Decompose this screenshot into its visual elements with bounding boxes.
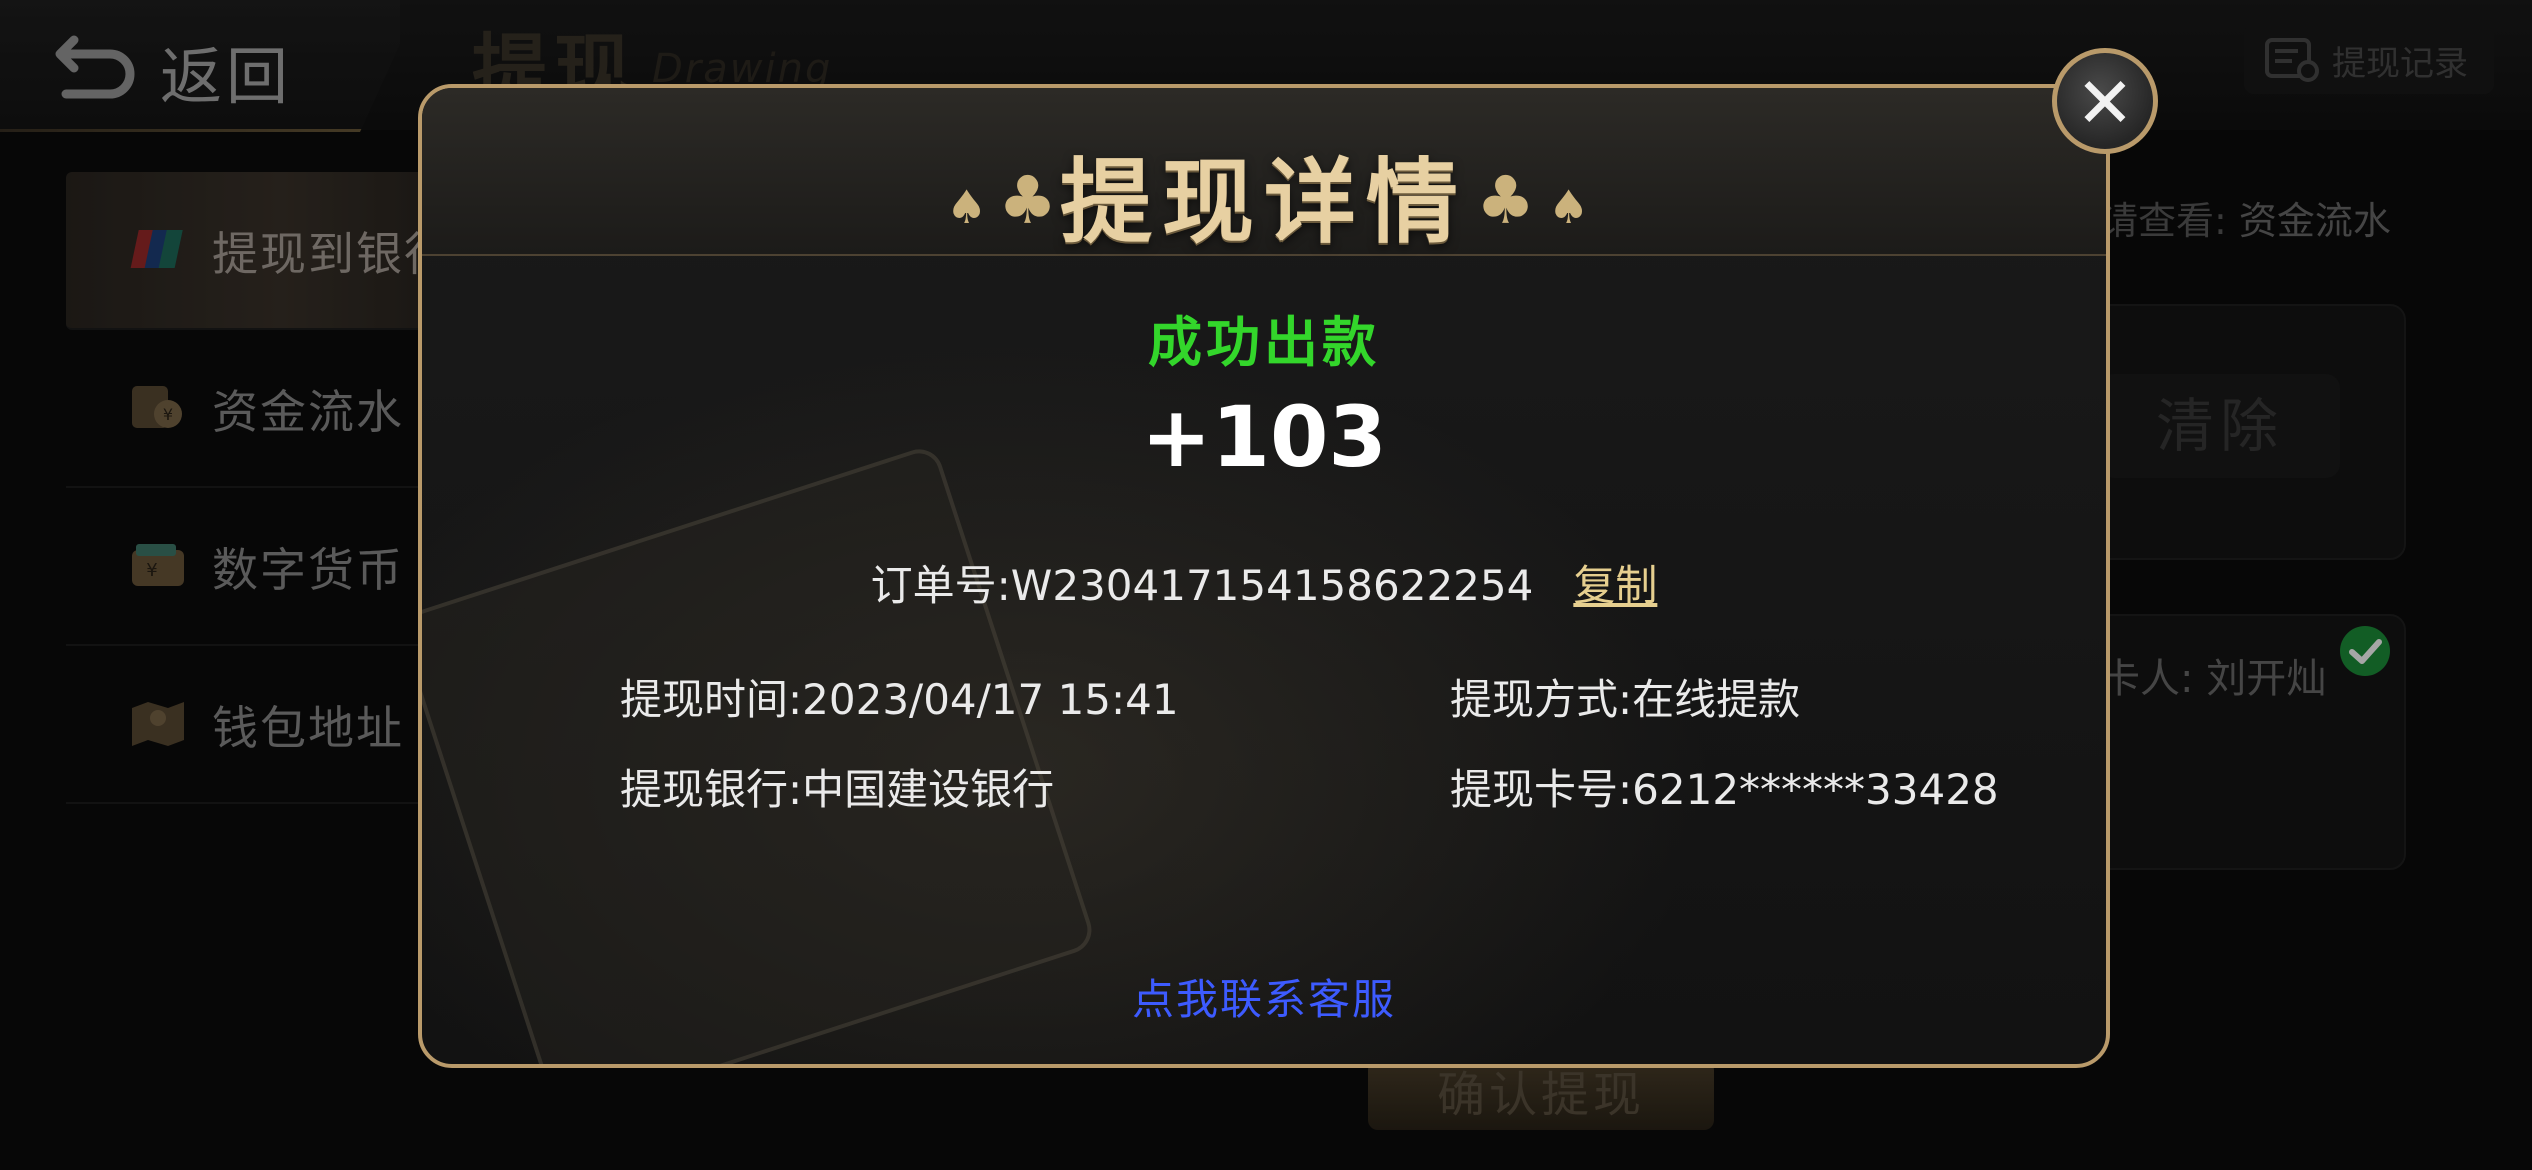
contact-support-link[interactable]: 点我联系客服 bbox=[422, 966, 2106, 1027]
dialog-title: 提现详情 bbox=[1059, 149, 1468, 256]
order-number: 订单号:W230417154158622254 bbox=[870, 561, 1534, 610]
order-number-row: 订单号:W230417154158622254 复制 bbox=[422, 552, 2106, 613]
status-text: 成功出款 bbox=[1148, 311, 1380, 374]
close-button[interactable]: ✕ bbox=[2052, 48, 2158, 154]
club-icon: ♣ bbox=[1476, 162, 1536, 239]
withdraw-time: 提现时间:2023/04/17 15:41 bbox=[620, 675, 1179, 724]
withdraw-card-number: 提现卡号:6212******33428 bbox=[1450, 765, 1999, 814]
withdraw-bank: 提现银行:中国建设银行 bbox=[620, 765, 1055, 814]
copy-button[interactable]: 复制 bbox=[1573, 561, 1657, 610]
withdraw-detail-dialog: ♠ ♣ 提现详情 ♣ ♠ 成功出款 +103 订单号:W230417154158… bbox=[418, 84, 2110, 1068]
withdraw-amount: +103 bbox=[1141, 388, 1387, 486]
withdraw-method: 提现方式:在线提款 bbox=[1450, 675, 1801, 724]
close-icon: ✕ bbox=[2075, 62, 2135, 144]
spade-icon: ♠ bbox=[1548, 180, 1590, 234]
